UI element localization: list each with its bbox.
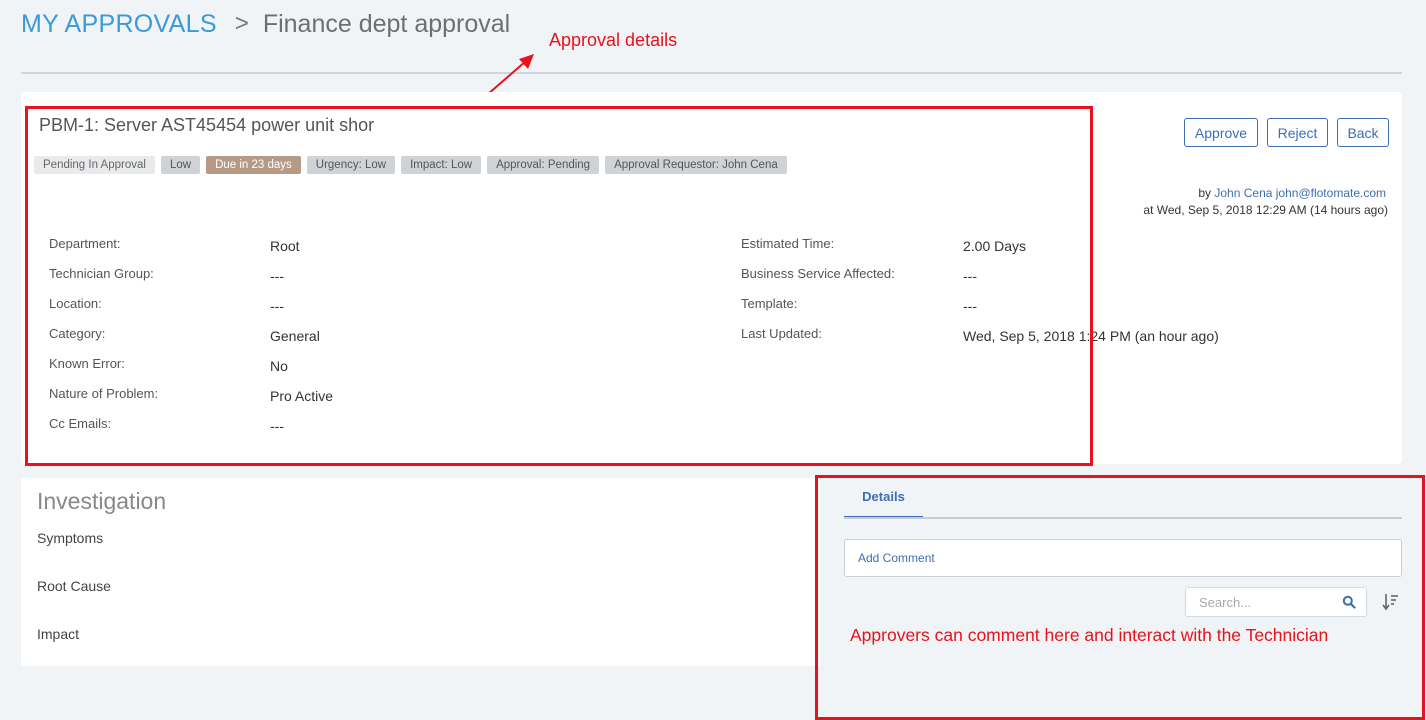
tab-divider: [844, 517, 1402, 519]
header-divider: [21, 72, 1402, 74]
approval-details-card: [21, 92, 1402, 464]
nature-of-problem-value: Pro Active: [270, 388, 334, 404]
priority-badge: Low: [160, 156, 201, 174]
impact-label: Impact: [37, 626, 80, 642]
search-input[interactable]: [1199, 588, 1339, 616]
tab-details[interactable]: Details: [844, 483, 923, 519]
symptoms-label: Symptoms: [37, 530, 104, 546]
technician-group-value: ---: [270, 268, 284, 284]
breadcrumb-my-approvals-link[interactable]: MY APPROVALS: [21, 10, 217, 39]
last-updated-label: Last Updated:: [741, 326, 822, 341]
category-label: Category:: [49, 326, 106, 341]
search-box: [1185, 587, 1367, 617]
known-error-label: Known Error:: [49, 356, 125, 371]
author-link[interactable]: John Cena: [1214, 186, 1272, 200]
location-value: ---: [270, 298, 284, 314]
breadcrumb-separator: >: [234, 10, 249, 37]
ticket-title: PBM-1: Server AST45454 power unit shor: [39, 115, 375, 135]
root-cause-label: Root Cause: [37, 578, 111, 594]
due-badge: Due in 23 days: [206, 156, 301, 174]
page-title: Finance dept approval: [262, 9, 511, 38]
cc-emails-value: ---: [270, 418, 284, 434]
search-icon[interactable]: [1342, 595, 1356, 609]
created-at: at Wed, Sep 5, 2018 12:29 AM (14 hours a…: [1143, 203, 1388, 217]
technician-group-label: Technician Group:: [49, 266, 154, 281]
back-button[interactable]: Back: [1337, 118, 1389, 147]
urgency-badge: Urgency: Low: [306, 156, 396, 174]
template-label: Template:: [741, 296, 798, 311]
by-label: by: [1198, 186, 1212, 200]
nature-of-problem-label: Nature of Problem:: [49, 386, 159, 401]
business-service-value: ---: [963, 268, 977, 284]
impact-badge: Impact: Low: [401, 156, 482, 174]
template-value: ---: [963, 298, 977, 314]
approve-button[interactable]: Approve: [1184, 118, 1258, 147]
cc-emails-label: Cc Emails:: [49, 416, 112, 431]
known-error-value: No: [270, 358, 288, 374]
department-value: Root: [270, 238, 300, 254]
approval-requestor-badge: Approval Requestor: John Cena: [605, 156, 787, 174]
category-value: General: [270, 328, 320, 344]
department-label: Department:: [49, 236, 121, 251]
annotation-comment-note: Approvers can comment here and interact …: [850, 625, 1329, 645]
status-badges: Pending In Approval Low Due in 23 days U…: [34, 156, 787, 174]
add-comment-input[interactable]: Add Comment: [844, 539, 1402, 577]
location-label: Location:: [49, 296, 102, 311]
estimated-time-value: 2.00 Days: [963, 238, 1027, 254]
last-updated-value: Wed, Sep 5, 2018 1:24 PM (an hour ago): [963, 328, 1219, 344]
status-badge: Pending In Approval: [34, 156, 155, 174]
author-email-link[interactable]: john@flotomate.com: [1276, 186, 1386, 200]
breadcrumb: MY APPROVALS > Finance dept approval: [21, 8, 510, 40]
created-by: by John Cena john@flotomate.com: [1198, 186, 1386, 200]
estimated-time-label: Estimated Time:: [741, 236, 835, 251]
sort-icon[interactable]: [1382, 592, 1400, 612]
annotation-approval-details: Approval details: [549, 30, 678, 50]
reject-button[interactable]: Reject: [1267, 118, 1328, 147]
approval-status-badge: Approval: Pending: [487, 156, 600, 174]
business-service-label: Business Service Affected:: [741, 266, 895, 281]
investigation-title: Investigation: [37, 488, 167, 514]
